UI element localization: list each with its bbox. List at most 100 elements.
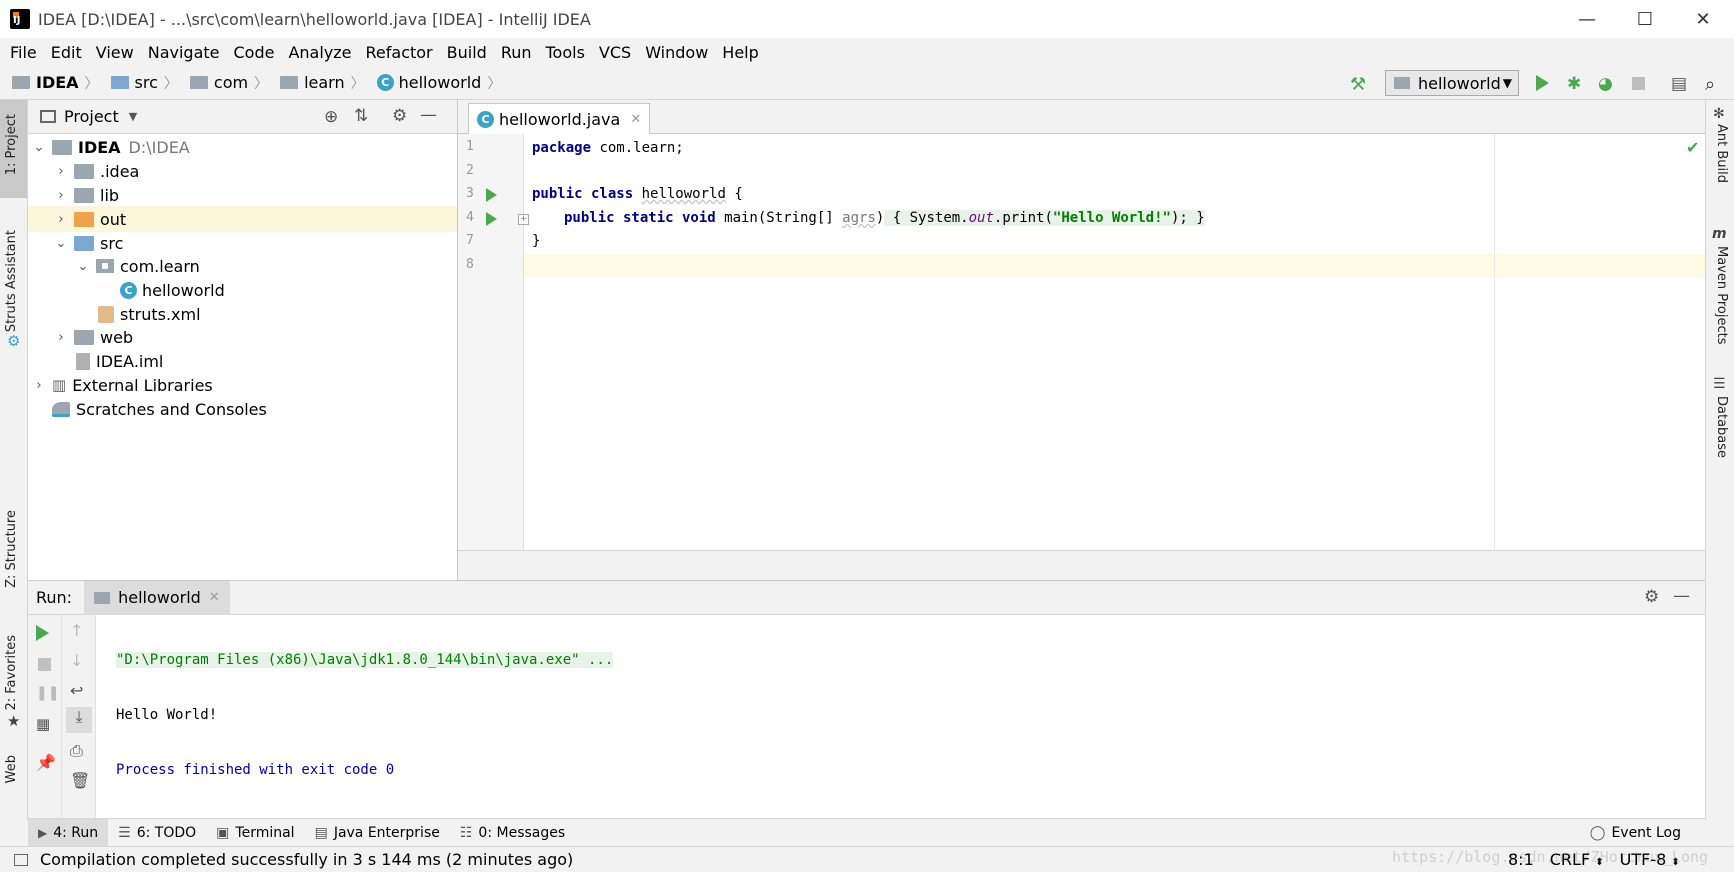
breadcrumb-com[interactable]: com 〉 bbox=[189, 73, 268, 93]
locate-crosshair-icon[interactable]: ⊕ bbox=[324, 107, 338, 127]
config-icon bbox=[1394, 77, 1410, 89]
gear-icon[interactable]: ⚙ bbox=[1644, 587, 1659, 607]
menu-window[interactable]: Window bbox=[645, 43, 708, 62]
hide-minus-icon[interactable]: — bbox=[1673, 586, 1690, 606]
arrow-up-icon[interactable]: ↑ bbox=[70, 621, 88, 640]
menu-help[interactable]: Help bbox=[722, 43, 758, 62]
tree-node-root[interactable]: ⌄ IDEA D:\IDEA bbox=[28, 134, 457, 160]
caret-position[interactable]: 8:1 bbox=[1508, 850, 1534, 869]
tool-tab-ant-build[interactable]: Ant Build bbox=[1714, 124, 1729, 183]
debug-bug-icon[interactable]: ✱ bbox=[1567, 74, 1585, 94]
tool-tab-event-log[interactable]: ◯ Event Log bbox=[1580, 819, 1691, 847]
menu-refactor[interactable]: Refactor bbox=[366, 43, 433, 62]
tree-node-external-libraries[interactable]: › ▥ External Libraries bbox=[28, 372, 457, 398]
collapsed-arrow-icon[interactable]: › bbox=[54, 212, 68, 227]
tree-node-lib[interactable]: › lib bbox=[28, 182, 457, 208]
project-view-icon bbox=[40, 110, 56, 123]
line-separator-widget[interactable]: CRLF ⬍ bbox=[1550, 850, 1604, 869]
code-line-4: public static void main(String[] agrs) {… bbox=[564, 210, 1205, 226]
trash-icon[interactable]: 🗑 bbox=[70, 771, 90, 790]
close-button[interactable]: ✕ bbox=[1674, 0, 1732, 38]
search-icon[interactable]: ⌕ bbox=[1705, 74, 1723, 95]
tool-tab-favorites[interactable]: 2: Favorites bbox=[4, 635, 19, 711]
tool-tab-maven[interactable]: Maven Projects bbox=[1714, 246, 1729, 345]
menu-edit[interactable]: Edit bbox=[51, 43, 82, 62]
expanded-arrow-icon[interactable]: ⌄ bbox=[54, 236, 68, 251]
stop-icon[interactable] bbox=[1632, 77, 1645, 90]
scroll-to-end-icon[interactable]: ⤓ bbox=[66, 707, 92, 733]
expanded-arrow-icon[interactable]: ⌄ bbox=[76, 259, 90, 274]
build-hammer-icon[interactable]: ⚒ bbox=[1350, 74, 1368, 95]
toggle-tool-windows-icon[interactable] bbox=[14, 853, 28, 866]
console-output[interactable]: "D:\Program Files (x86)\Java\jdk1.8.0_14… bbox=[116, 617, 614, 814]
pin-icon[interactable]: 📌 bbox=[36, 753, 56, 772]
menu-tools[interactable]: Tools bbox=[546, 43, 585, 62]
tool-tab-web[interactable]: Web bbox=[4, 755, 19, 783]
collapse-all-icon[interactable]: ⇅ bbox=[354, 106, 368, 126]
code-editor[interactable]: 1 2 3 4 7 8 + ✔ package com.learn; publi… bbox=[458, 134, 1705, 550]
tool-tab-database[interactable]: Database bbox=[1714, 396, 1729, 458]
tree-node-com-learn[interactable]: ⌄ com.learn bbox=[28, 253, 457, 279]
menu-build[interactable]: Build bbox=[447, 43, 487, 62]
stop-icon[interactable] bbox=[38, 658, 51, 671]
run-gutter-icon[interactable] bbox=[486, 188, 497, 202]
gear-icon[interactable]: ⚙ bbox=[392, 106, 407, 126]
maximize-button[interactable]: ☐ bbox=[1616, 0, 1674, 38]
pause-icon[interactable]: ❚❚ bbox=[36, 685, 59, 703]
editor-bottom-strip bbox=[458, 550, 1705, 580]
left-tool-strip: 1: Project Struts Assistant ⚙ Z: Structu… bbox=[0, 100, 28, 820]
tool-tab-java-enterprise[interactable]: ▤ Java Enterprise bbox=[305, 819, 450, 847]
fold-expand-icon[interactable]: + bbox=[518, 214, 529, 225]
project-view-selector[interactable]: Project bbox=[64, 107, 119, 126]
rerun-icon[interactable] bbox=[36, 625, 49, 641]
tool-tab-structure[interactable]: Z: Structure bbox=[4, 510, 19, 588]
chevron-down-icon[interactable]: ▼ bbox=[129, 110, 137, 123]
run-gutter-icon[interactable] bbox=[486, 212, 497, 226]
collapsed-arrow-icon[interactable]: › bbox=[54, 164, 68, 179]
tree-node-label: lib bbox=[100, 185, 120, 205]
encoding-widget[interactable]: UTF-8 ⬍ bbox=[1620, 850, 1680, 869]
menu-vcs[interactable]: VCS bbox=[599, 43, 631, 62]
minimize-button[interactable]: — bbox=[1558, 0, 1616, 38]
run-tab-helloworld[interactable]: helloworld ✕ bbox=[84, 580, 230, 615]
restore-layout-icon[interactable]: ▦ bbox=[36, 715, 54, 733]
breadcrumb-src[interactable]: src 〉 bbox=[110, 73, 178, 93]
status-right-widgets: 8:1 CRLF ⬍ UTF-8 ⬍ bbox=[1508, 850, 1680, 869]
menu-file[interactable]: File bbox=[10, 43, 37, 62]
menu-code[interactable]: Code bbox=[234, 43, 275, 62]
menu-analyze[interactable]: Analyze bbox=[288, 43, 351, 62]
project-structure-icon[interactable]: ▤ bbox=[1671, 74, 1689, 94]
tree-node-scratches[interactable]: Scratches and Consoles bbox=[28, 396, 457, 422]
breadcrumb-idea[interactable]: IDEA 〉 bbox=[12, 73, 99, 93]
menu-view[interactable]: View bbox=[96, 43, 134, 62]
editor-tab-helloworld-java[interactable]: C helloworld.java ✕ bbox=[468, 103, 651, 134]
coverage-icon[interactable]: ◕ bbox=[1598, 74, 1616, 94]
print-icon[interactable]: ⎙ bbox=[70, 741, 88, 760]
menu-run[interactable]: Run bbox=[501, 43, 532, 62]
soft-wrap-icon[interactable]: ↩ bbox=[70, 681, 88, 700]
tool-tab-struts[interactable]: Struts Assistant bbox=[4, 230, 19, 332]
close-tab-icon[interactable]: ✕ bbox=[630, 112, 641, 127]
run-configuration-select[interactable]: helloworld ▼ bbox=[1385, 70, 1519, 96]
tree-node-idea-iml[interactable]: IDEA.iml bbox=[28, 348, 457, 374]
tool-tab-run[interactable]: ▶ 4: Run bbox=[28, 818, 109, 847]
close-tab-icon[interactable]: ✕ bbox=[209, 590, 220, 605]
collapsed-arrow-icon[interactable]: › bbox=[54, 188, 68, 203]
menu-navigate[interactable]: Navigate bbox=[148, 43, 220, 62]
breadcrumb-helloworld[interactable]: Chelloworld 〉 bbox=[376, 73, 501, 93]
tool-tab-todo[interactable]: ☰ 6: TODO bbox=[108, 819, 206, 847]
tree-node-web[interactable]: › web bbox=[28, 324, 457, 350]
tree-node-helloworld[interactable]: Chelloworld bbox=[28, 277, 457, 303]
arrow-down-icon[interactable]: ↓ bbox=[70, 651, 88, 670]
tool-tab-messages[interactable]: ☷ 0: Messages bbox=[450, 819, 575, 847]
run-icon[interactable] bbox=[1536, 75, 1549, 91]
breadcrumb-learn[interactable]: learn 〉 bbox=[280, 73, 365, 93]
tree-node-out[interactable]: › out bbox=[28, 206, 457, 232]
tool-tab-terminal[interactable]: ▣ Terminal bbox=[206, 819, 304, 847]
collapsed-arrow-icon[interactable]: › bbox=[32, 378, 46, 393]
tool-tab-project[interactable]: 1: Project bbox=[4, 114, 19, 175]
hide-minus-icon[interactable]: — bbox=[420, 105, 437, 125]
expanded-arrow-icon[interactable]: ⌄ bbox=[32, 140, 46, 155]
tree-node-idea[interactable]: › .idea bbox=[28, 158, 457, 184]
collapsed-arrow-icon[interactable]: › bbox=[54, 330, 68, 345]
